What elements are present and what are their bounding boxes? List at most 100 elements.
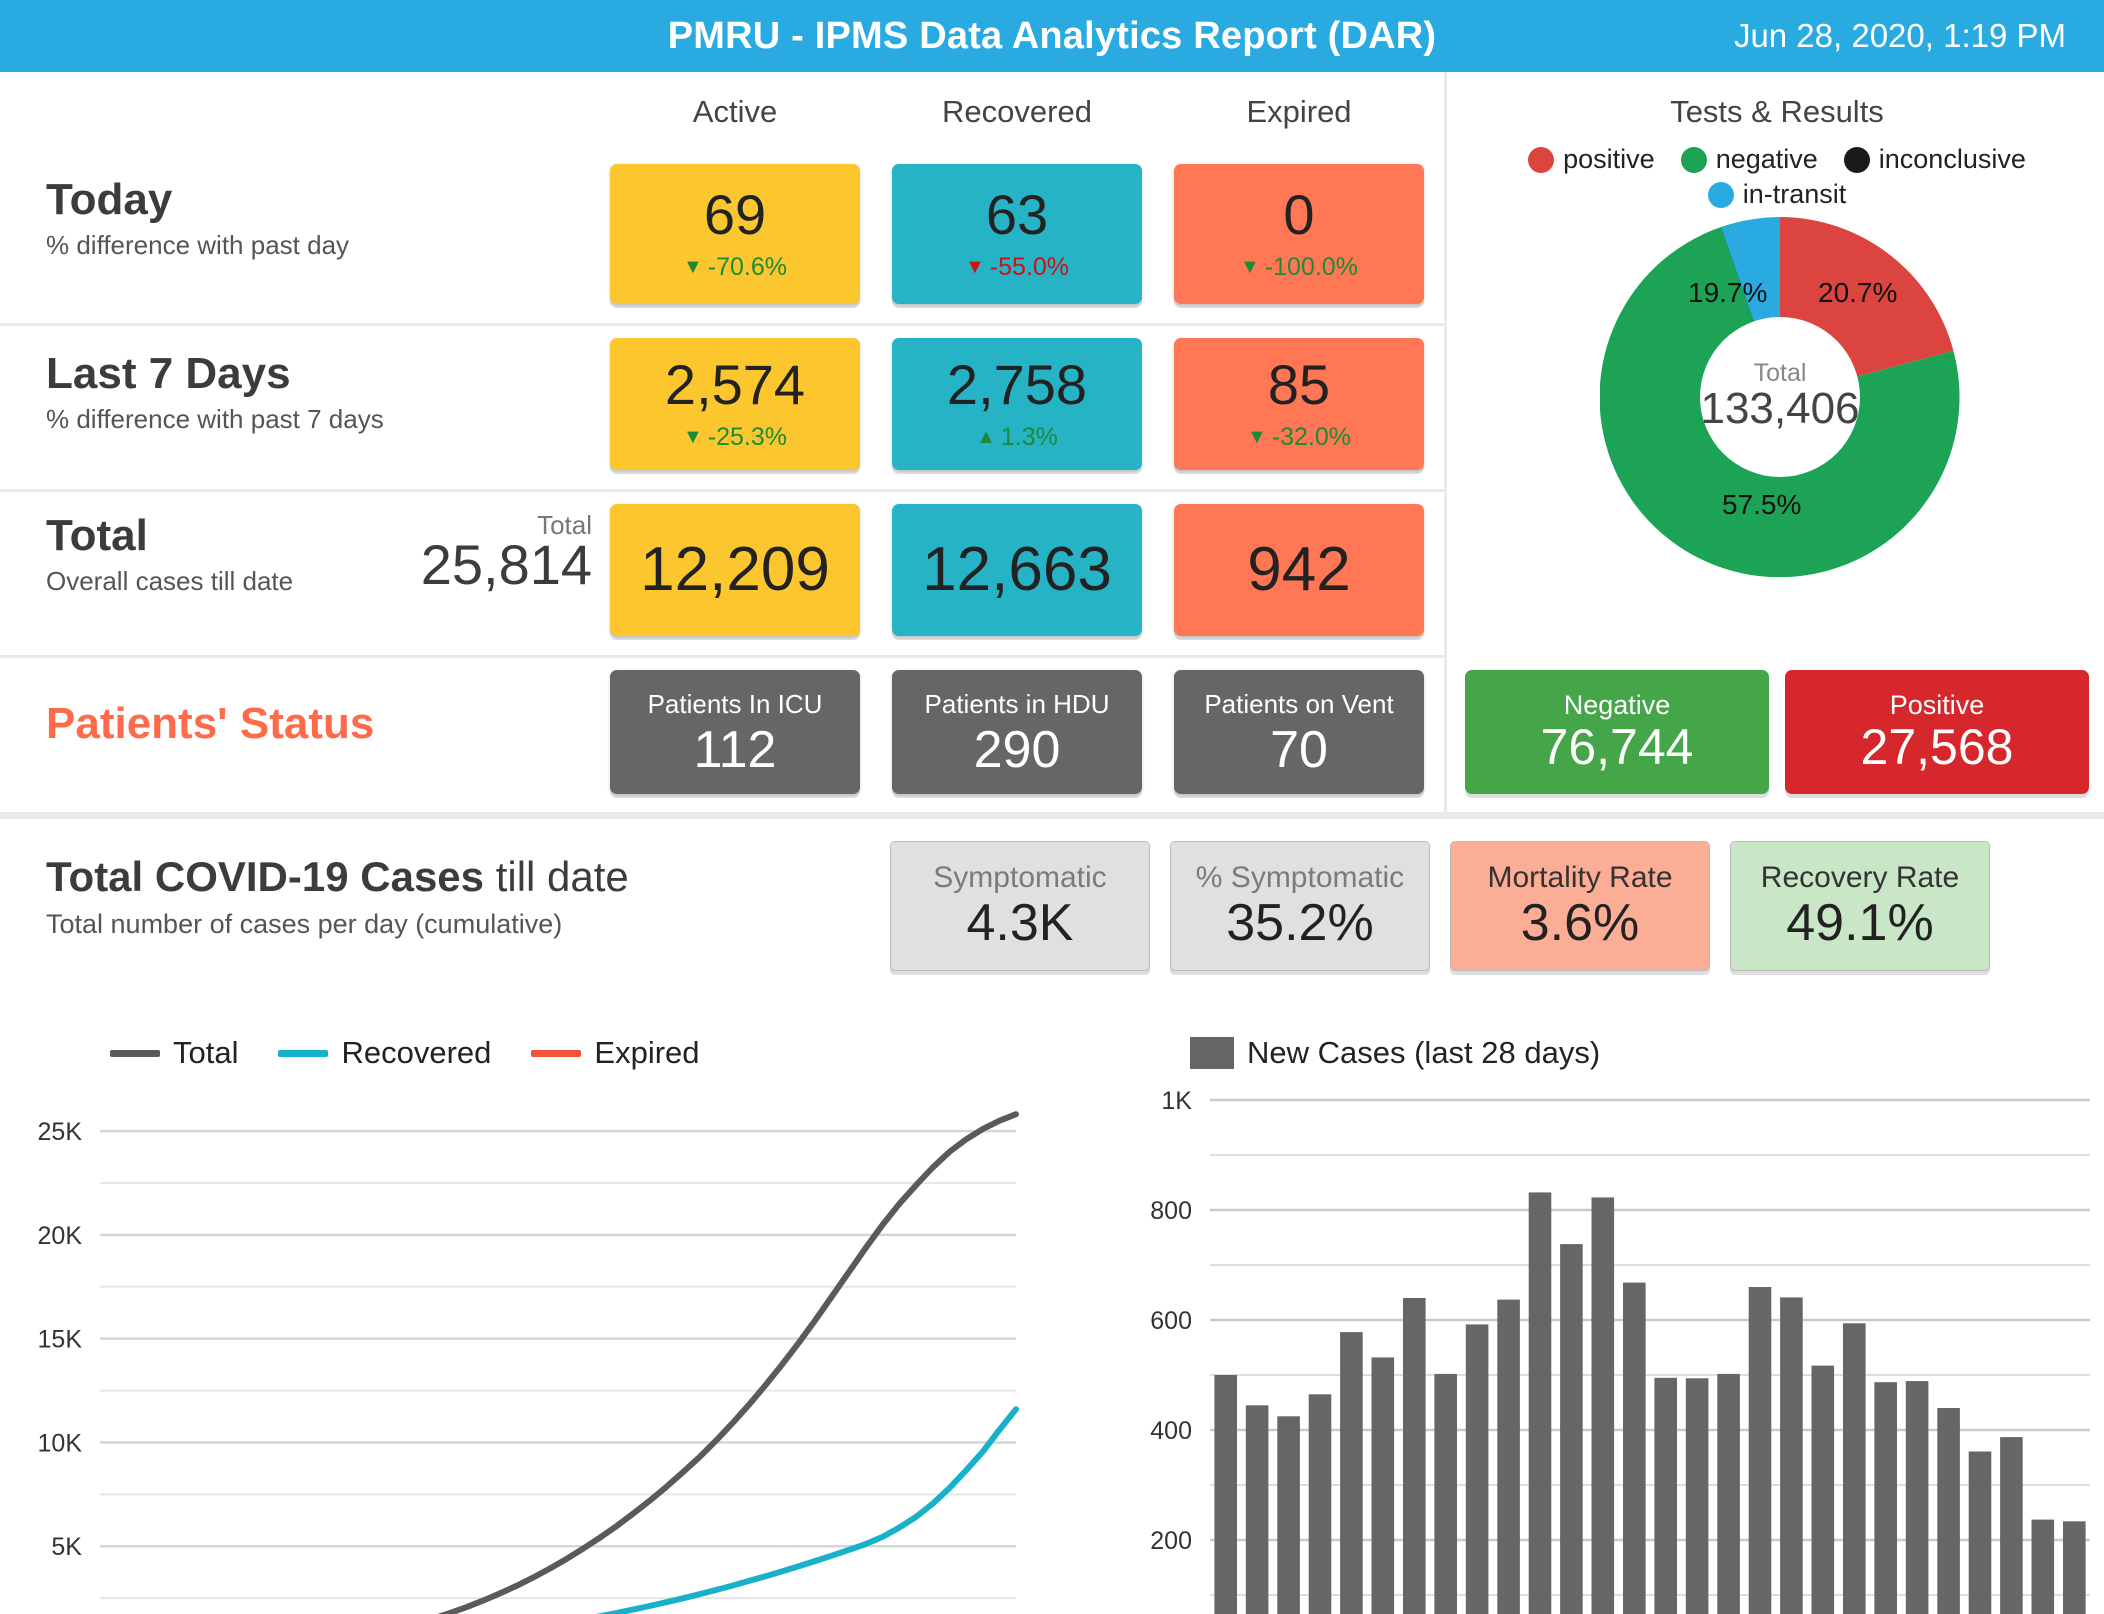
tile-delta: ▲ 1.3% (976, 423, 1058, 452)
kpi-label: Symptomatic (933, 860, 1107, 894)
delta-value: -70.6% (707, 252, 787, 281)
legend-label: Recovered (341, 1035, 492, 1070)
dashboard-root: PMRU - IPMS Data Analytics Report (DAR) … (0, 0, 2104, 1614)
legend-label: in-transit (1742, 179, 1847, 209)
arrow-down-icon: ▼ (682, 256, 703, 278)
app-header: PMRU - IPMS Data Analytics Report (DAR) … (0, 0, 2104, 72)
kpi-label: Recovery Rate (1760, 860, 1960, 894)
summary-area: Active Recovered Expired Today % differe… (0, 72, 2104, 812)
legend-label: New Cases (last 28 days) (1247, 1035, 1601, 1070)
tile-value: 2,758 (946, 352, 1088, 416)
tile-value: 63 (985, 182, 1049, 246)
line-plot: 5K 10K 15K 20K 25K (0, 1090, 1080, 1614)
tile-patients-vent[interactable]: Patients on Vent 70 (1174, 670, 1424, 794)
legend-item-recovered[interactable]: Recovered (278, 1035, 491, 1071)
legend-label: negative (1715, 144, 1818, 174)
tile-label: Patients In ICU (647, 688, 823, 719)
tile-patients-hdu[interactable]: Patients in HDU 290 (892, 670, 1142, 794)
total-cases-title-bold: Total COVID-19 Cases (46, 853, 485, 900)
legend-dot-in-transit-icon (1707, 181, 1734, 208)
legend-item-inconclusive[interactable]: inconclusive (1843, 144, 2026, 175)
page-title: PMRU - IPMS Data Analytics Report (DAR) (667, 14, 1437, 57)
legend-item-positive[interactable]: positive (1528, 144, 1655, 175)
bar-plot: 200 400 600 800 1K (1080, 1090, 2104, 1614)
legend-dot-inconclusive-icon (1843, 146, 1870, 173)
svg-text:1K: 1K (1161, 1090, 1192, 1115)
legend-line-recovered-icon (278, 1049, 329, 1057)
tile-today-active[interactable]: 69 ▼ -70.6% (610, 164, 860, 304)
svg-text:15K: 15K (38, 1326, 83, 1354)
metric-row-total: Total Overall cases till date Total 25,8… (0, 492, 1444, 658)
legend-label: positive (1563, 144, 1655, 174)
tile-label: Patients on Vent (1204, 688, 1394, 719)
tile-today-recovered[interactable]: 63 ▼ -55.0% (892, 164, 1142, 304)
donut-label-positive: 20.7% (1818, 277, 1898, 308)
tile-total-recovered[interactable]: 12,663 (892, 504, 1142, 636)
kpi-recovery-rate[interactable]: Recovery Rate 49.1% (1730, 841, 1990, 971)
tile-today-expired[interactable]: 0 ▼ -100.0% (1174, 164, 1424, 304)
svg-text:800: 800 (1150, 1197, 1192, 1225)
svg-text:600: 600 (1150, 1307, 1192, 1335)
negative-tests-box[interactable]: Negative 76,744 (1465, 670, 1769, 794)
tile-week-recovered[interactable]: 2,758 ▲ 1.3% (892, 338, 1142, 470)
report-timestamp: Jun 28, 2020, 1:19 PM (1733, 17, 2066, 54)
box-value: 76,744 (1540, 719, 1694, 776)
legend-label: inconclusive (1878, 144, 2026, 174)
donut-label-negative: 57.5% (1722, 489, 1802, 520)
delta-value: -55.0% (989, 252, 1069, 281)
legend-item-negative[interactable]: negative (1680, 144, 1818, 175)
tile-total-expired[interactable]: 942 (1174, 504, 1424, 636)
svg-text:200: 200 (1150, 1527, 1192, 1555)
tile-value: 112 (693, 720, 777, 779)
tile-value: 70 (1270, 720, 1328, 779)
arrow-down-icon: ▼ (1240, 256, 1260, 278)
svg-text:10K: 10K (38, 1429, 83, 1457)
line-chart-legend: Total Recovered Expired (110, 1035, 700, 1071)
tile-value: 12,209 (640, 535, 830, 604)
svg-text:400: 400 (1150, 1417, 1192, 1445)
legend-dot-negative-icon (1680, 146, 1707, 173)
tile-total-active[interactable]: 12,209 (610, 504, 860, 636)
kpi-value: 4.3K (966, 893, 1074, 952)
box-value: 27,568 (1860, 719, 2014, 776)
tile-delta: ▼ -100.0% (1240, 253, 1358, 282)
tile-value: 942 (1247, 535, 1351, 604)
cumulative-cases-line-chart[interactable]: Total Recovered Expired 5K 10K 15K 20K 25K (0, 1000, 1080, 1614)
box-label: Negative (1563, 690, 1671, 721)
kpi-row: Symptomatic 4.3K % Symptomatic 35.2% Mor… (890, 841, 1990, 971)
legend-swatch-new-cases-icon (1190, 1037, 1234, 1069)
legend-item-expired[interactable]: Expired (531, 1035, 700, 1071)
legend-dot-positive-icon (1528, 146, 1555, 173)
tile-week-active[interactable]: 2,574 ▼ -25.3% (610, 338, 860, 470)
tile-value: 290 (973, 720, 1061, 779)
charts-area: Total Recovered Expired 5K 10K 15K 20K 25K N… (0, 1000, 2104, 1614)
tests-results-panel: Tests & Results positive negative inconc… (1444, 72, 2104, 812)
donut-label-in-transit: 19.7% (1688, 277, 1768, 308)
section-divider (0, 812, 2104, 819)
legend-item-in-transit[interactable]: in-transit (1447, 179, 2104, 210)
tests-results-donut-chart[interactable]: Total 133,406 20.7% 19.7% 57.5% (1599, 217, 1960, 578)
legend-item-total[interactable]: Total (110, 1035, 238, 1071)
donut-legend: positive negative inconclusive in-transi… (1447, 144, 2104, 210)
tile-value: 69 (703, 182, 767, 246)
kpi-mortality-rate[interactable]: Mortality Rate 3.6% (1450, 841, 1710, 971)
metric-row-last-7-days: Last 7 Days % difference with past 7 day… (0, 326, 1444, 492)
column-header-expired: Expired (1246, 94, 1352, 129)
positive-tests-box[interactable]: Positive 27,568 (1785, 670, 2089, 794)
kpi-percent-symptomatic[interactable]: % Symptomatic 35.2% (1170, 841, 1430, 971)
tile-label: Patients in HDU (924, 688, 1110, 719)
tile-delta: ▼ -55.0% (965, 253, 1069, 282)
column-header-active: Active (692, 94, 778, 129)
kpi-value: 3.6% (1520, 893, 1640, 952)
column-header-recovered: Recovered (942, 94, 1092, 129)
tile-value: 0 (1283, 182, 1315, 246)
metrics-panel: Active Recovered Expired Today % differe… (0, 72, 1444, 812)
kpi-value: 49.1% (1786, 893, 1934, 952)
kpi-symptomatic[interactable]: Symptomatic 4.3K (890, 841, 1150, 971)
total-cases-title-light: till date (484, 853, 629, 900)
new-cases-bar-chart[interactable]: New Cases (last 28 days) 200 400 600 800 1K (1080, 1000, 2104, 1614)
tile-week-expired[interactable]: 85 ▼ -32.0% (1174, 338, 1424, 470)
legend-line-expired-icon (531, 1049, 582, 1057)
legend-item-new-cases[interactable]: New Cases (last 28 days) (1190, 1035, 1600, 1071)
tile-patients-icu[interactable]: Patients In ICU 112 (610, 670, 860, 794)
